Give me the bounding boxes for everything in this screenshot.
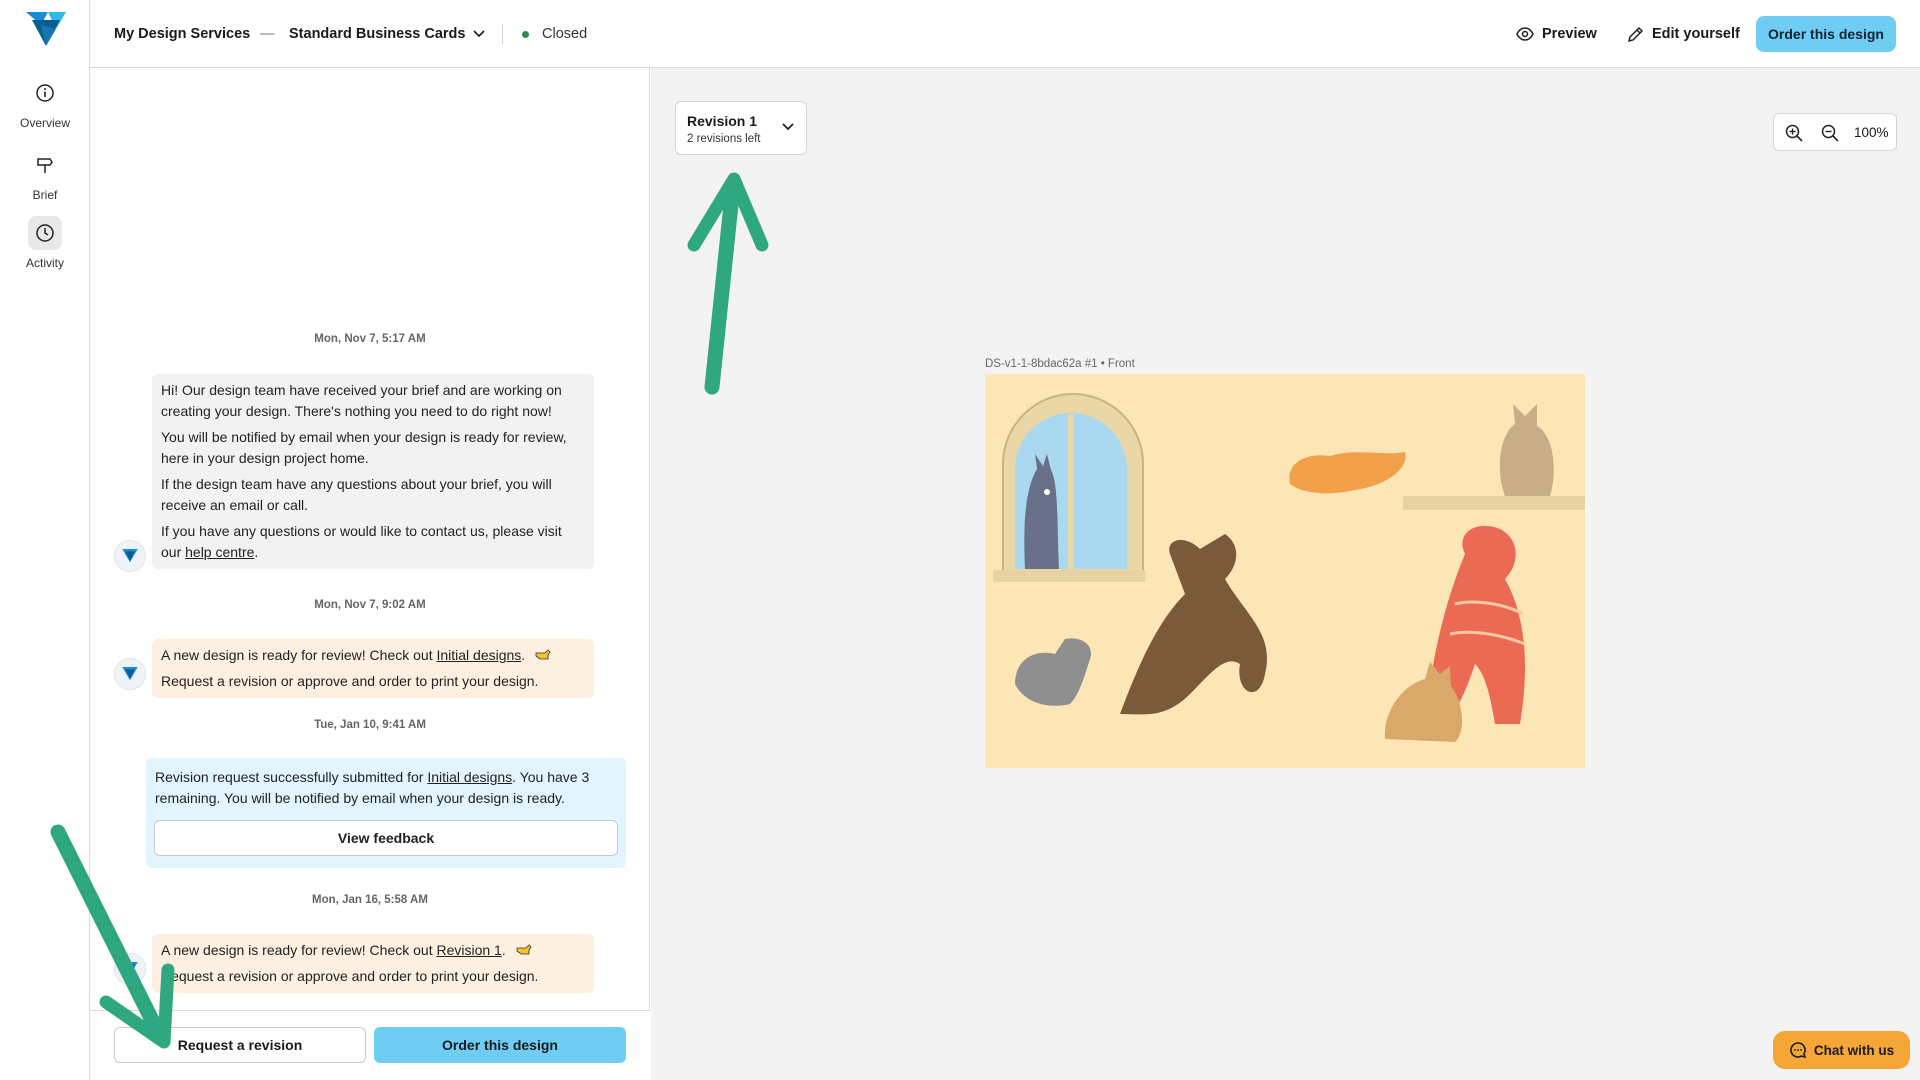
design-canvas: Revision 1 2 revisions left 100% DS-v1-1…	[651, 68, 1920, 1080]
request-revision-button[interactable]: Request a revision	[114, 1027, 366, 1063]
design-caption: DS-v1-1-8bdac62a #1 • Front	[985, 358, 1135, 370]
message-bubble: A new design is ready for review! Check …	[152, 639, 594, 698]
avatar	[114, 658, 146, 690]
message-timestamp: Mon, Nov 7, 5:17 AM	[314, 333, 426, 345]
status-text: Closed	[542, 26, 588, 42]
message-bubble: Hi! Our design team have received your b…	[152, 374, 594, 569]
project-name: Standard Business Cards	[289, 26, 466, 42]
order-design-footer-button[interactable]: Order this design	[374, 1027, 626, 1063]
message-bubble: A new design is ready for review! Check …	[152, 934, 594, 993]
signpost-icon	[28, 148, 62, 182]
revisions-left: 2 revisions left	[687, 133, 761, 145]
top-bar: My Design Services — Standard Business C…	[90, 0, 1920, 68]
vistaprint-logo-icon	[122, 962, 138, 976]
avatar	[114, 540, 146, 572]
chevron-down-icon	[782, 123, 794, 131]
zoom-in-icon[interactable]	[1784, 123, 1804, 143]
rail-item-label: Activity	[25, 256, 64, 270]
pointing-hand-icon	[535, 645, 551, 666]
help-centre-link[interactable]: help centre	[185, 544, 254, 560]
vistaprint-logo-icon	[122, 667, 138, 681]
chat-footer: Request a revision Order this design	[90, 1010, 650, 1080]
breadcrumb-root[interactable]: My Design Services	[114, 0, 250, 68]
zoom-out-icon[interactable]	[1820, 123, 1840, 143]
eye-icon	[1516, 27, 1534, 41]
order-design-button[interactable]: Order this design	[1756, 16, 1896, 52]
rail-item-activity[interactable]: Activity	[0, 216, 90, 270]
message-timestamp: Tue, Jan 10, 9:41 AM	[314, 719, 426, 731]
rail-item-brief[interactable]: Brief	[0, 148, 90, 202]
view-feedback-button[interactable]: View feedback	[154, 820, 618, 856]
pointing-hand-icon	[516, 940, 532, 961]
avatar	[114, 953, 146, 985]
message-timestamp: Mon, Jan 16, 5:58 AM	[312, 894, 428, 906]
initial-designs-link[interactable]: Initial designs	[427, 769, 512, 785]
revision-1-link[interactable]: Revision 1	[436, 942, 501, 958]
pets-illustration	[993, 393, 1585, 742]
initial-designs-link[interactable]: Initial designs	[436, 647, 521, 663]
rail-item-label: Brief	[32, 188, 58, 202]
status-badge: Closed	[522, 0, 587, 68]
info-icon	[28, 76, 62, 110]
chat-bubble-icon	[1790, 1042, 1807, 1059]
vistaprint-logo-icon	[122, 549, 138, 563]
zoom-controls: 100%	[1773, 113, 1897, 151]
pencil-icon	[1627, 26, 1644, 42]
chat-with-us-button[interactable]: Chat with us	[1773, 1031, 1910, 1069]
message-timestamp: Mon, Nov 7, 9:02 AM	[314, 599, 426, 611]
zoom-level: 100%	[1854, 125, 1889, 140]
revision-dropdown[interactable]: Revision 1 2 revisions left	[675, 101, 807, 155]
vistaprint-logo-icon[interactable]	[26, 12, 66, 48]
clock-icon	[28, 216, 62, 250]
revision-title: Revision 1	[687, 113, 758, 129]
divider	[502, 24, 503, 44]
edit-yourself-button[interactable]: Edit yourself	[1627, 0, 1740, 68]
status-dot-icon	[522, 30, 529, 38]
activity-panel: Mon, Nov 7, 5:17 AM Hi! Our design team …	[90, 68, 650, 1080]
message-bubble: Revision request successfully submitted …	[146, 758, 626, 868]
rail-item-label: Overview	[19, 116, 70, 130]
chevron-down-icon	[473, 30, 486, 38]
design-preview-image[interactable]	[985, 374, 1585, 768]
rail-item-overview[interactable]: Overview	[0, 76, 90, 130]
preview-button[interactable]: Preview	[1516, 0, 1597, 68]
project-dropdown[interactable]: Standard Business Cards	[289, 0, 486, 68]
breadcrumb-separator: —	[260, 26, 275, 42]
left-rail: Overview Brief Activity	[0, 0, 90, 1080]
